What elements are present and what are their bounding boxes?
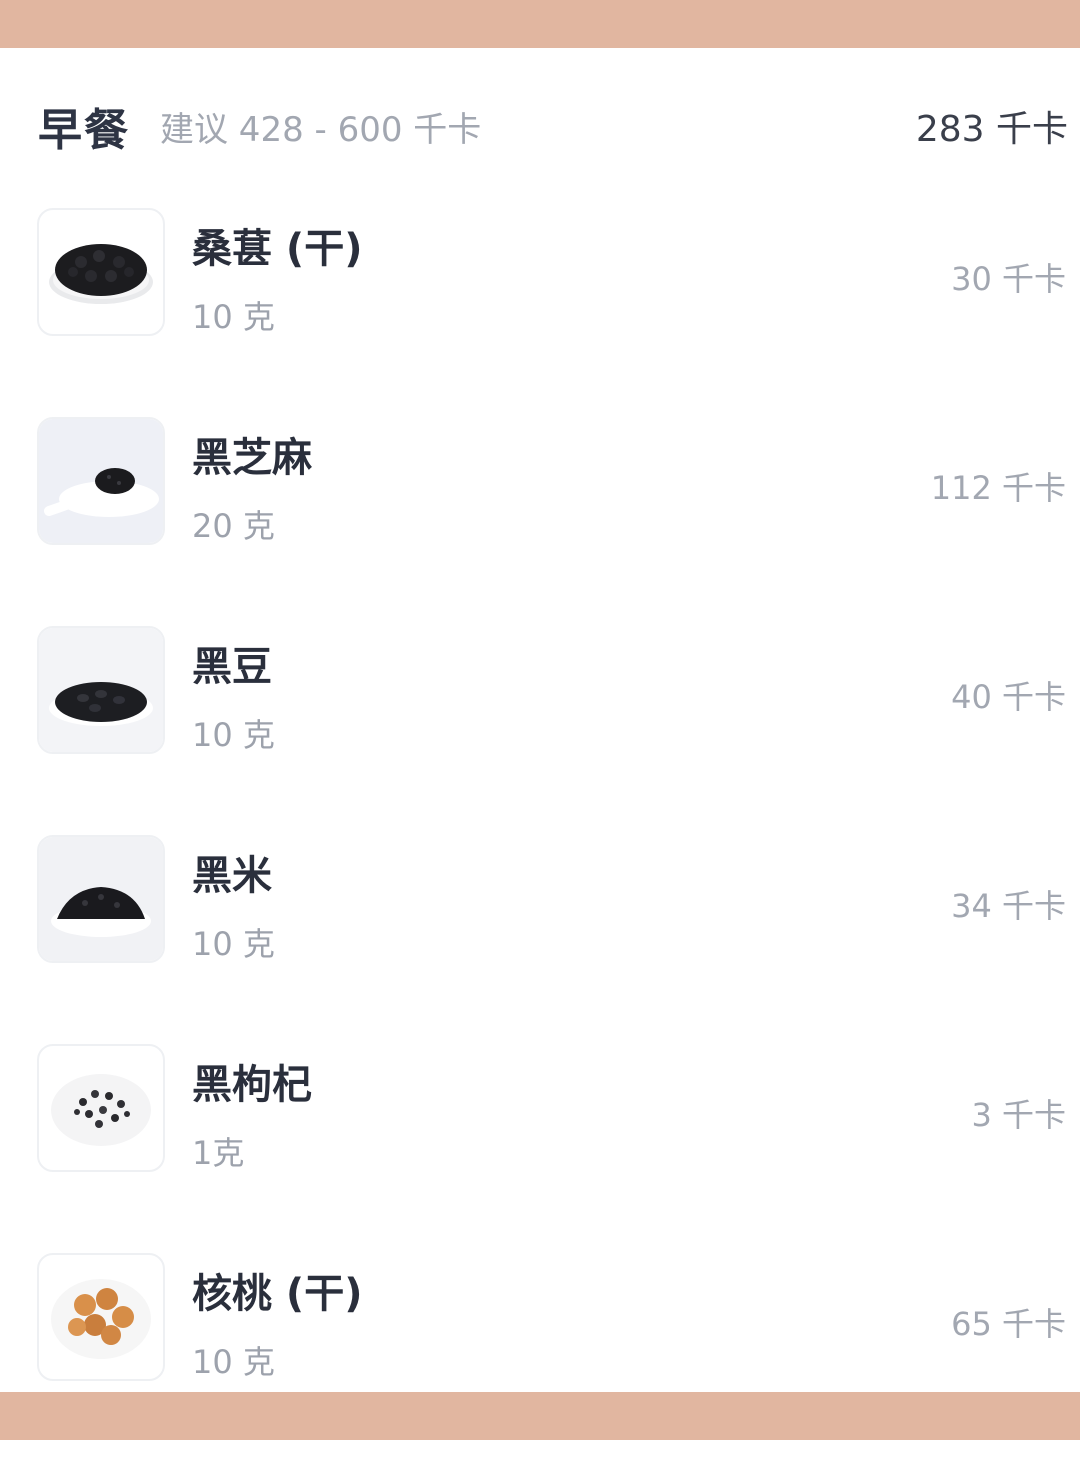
food-kcal: 40 千卡 [951, 678, 1066, 716]
food-name: 桑葚 (干) [192, 226, 363, 272]
food-kcal: 30 千卡 [951, 260, 1066, 298]
food-amount: 10 克 [192, 716, 275, 754]
meal-header: 早餐 建议 428 - 600 千卡 283 千卡 [38, 100, 1068, 156]
food-name: 黑米 [192, 853, 272, 899]
bottom-color-band [0, 1392, 1080, 1440]
meal-total-kcal: 283 千卡 [915, 109, 1068, 150]
food-name: 黑豆 [192, 644, 272, 690]
food-kcal: 34 千卡 [951, 887, 1066, 925]
food-item-mulberry[interactable]: 桑葚 (干) 10 克 30 千卡 [0, 208, 1080, 417]
walnut-icon [37, 1253, 165, 1381]
meal-title: 早餐 [38, 105, 130, 156]
food-amount: 10 克 [192, 925, 275, 963]
food-name: 核桃 (干) [192, 1271, 363, 1317]
mulberry-icon [37, 208, 165, 336]
food-item-black-sesame[interactable]: 黑芝麻 20 克 112 千卡 [0, 417, 1080, 626]
food-amount: 10 克 [192, 298, 275, 336]
food-amount: 20 克 [192, 507, 275, 545]
food-item-black-goji[interactable]: 黑枸杞 1克 3 千卡 [0, 1044, 1080, 1253]
meal-panel: 早餐 建议 428 - 600 千卡 283 千卡 桑葚 (干) 10 克 30… [0, 48, 1080, 1392]
food-item-black-bean[interactable]: 黑豆 10 克 40 千卡 [0, 626, 1080, 835]
meal-suggestion: 建议 428 - 600 千卡 [160, 109, 482, 150]
food-kcal: 112 千卡 [930, 469, 1066, 507]
top-color-band [0, 0, 1080, 48]
food-name: 黑枸杞 [192, 1062, 312, 1108]
food-kcal: 65 千卡 [951, 1305, 1066, 1343]
food-kcal: 3 千卡 [971, 1096, 1066, 1134]
food-amount: 1克 [192, 1134, 245, 1172]
food-name: 黑芝麻 [192, 435, 312, 481]
black-bean-icon [37, 626, 165, 754]
food-item-black-rice[interactable]: 黑米 10 克 34 千卡 [0, 835, 1080, 1044]
black-goji-icon [37, 1044, 165, 1172]
food-list: 桑葚 (干) 10 克 30 千卡 黑芝麻 20 克 112 千卡 黑豆 10 … [0, 208, 1080, 1462]
food-amount: 10 克 [192, 1343, 275, 1381]
black-rice-icon [37, 835, 165, 963]
black-sesame-icon [37, 417, 165, 545]
